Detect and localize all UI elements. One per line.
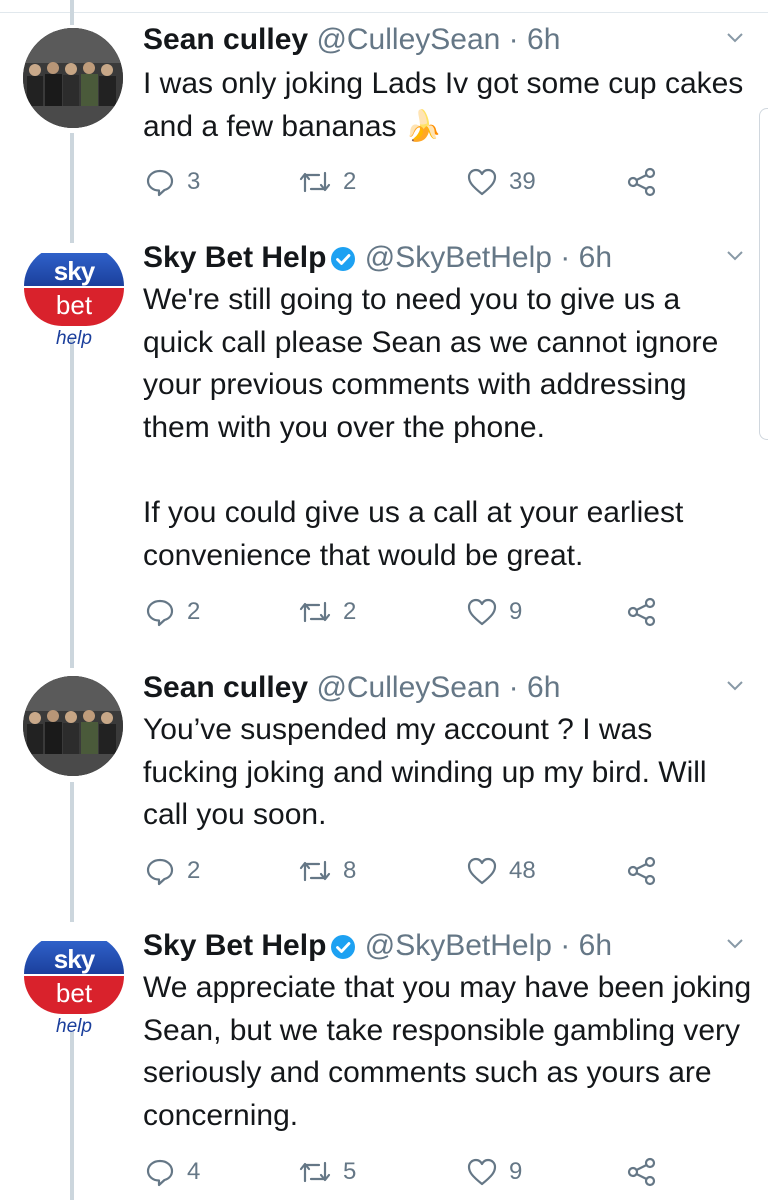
- retweet-button[interactable]: 2: [299, 592, 356, 632]
- verified-icon: [331, 935, 356, 959]
- retweet-count: 2: [343, 168, 357, 195]
- reply-icon: [146, 858, 174, 886]
- retweet-count: 8: [343, 857, 357, 884]
- author-handle[interactable]: @CulleySean: [316, 23, 500, 56]
- retweet-icon: [299, 171, 331, 193]
- logo-bet: bet: [24, 976, 124, 1014]
- tweet-text-paragraph: We're still going to need you to give us…: [143, 283, 719, 444]
- like-icon: [467, 857, 497, 885]
- share-icon: [627, 167, 656, 197]
- tweet-header: Sean culley @CulleySean · 6h: [143, 20, 560, 60]
- like-button[interactable]: 9: [467, 1152, 522, 1192]
- share-icon: [627, 1157, 656, 1187]
- author-handle[interactable]: @CulleySean: [316, 671, 500, 704]
- retweet-count: 2: [343, 598, 357, 625]
- reply-button[interactable]: 2: [145, 851, 200, 891]
- top-border: [0, 0, 768, 13]
- timestamp[interactable]: 6h: [527, 23, 560, 56]
- reply-count: 2: [187, 598, 201, 625]
- reply-button[interactable]: 4: [145, 1152, 200, 1192]
- author-name[interactable]: Sean culley: [143, 23, 308, 56]
- tweet-text: You’ve suspended my account ? I was fuck…: [143, 713, 707, 831]
- tweet-header: Sky Bet Help @SkyBetHelp · 6h: [143, 238, 612, 278]
- separator-dot: ·: [560, 929, 571, 962]
- chevron-down-icon[interactable]: [724, 932, 746, 954]
- separator-dot: ·: [508, 23, 519, 56]
- tweet[interactable]: Sean culley @CulleySean · 6h You’ve susp…: [0, 668, 768, 898]
- author-handle[interactable]: @SkyBetHelp: [365, 929, 552, 962]
- reply-icon: [146, 169, 174, 197]
- timestamp[interactable]: 6h: [527, 671, 560, 704]
- author-handle[interactable]: @SkyBetHelp: [365, 241, 552, 274]
- logo-bet: bet: [24, 288, 124, 326]
- avatar[interactable]: [23, 676, 123, 776]
- tweet-header: Sky Bet Help @SkyBetHelp · 6h: [143, 926, 612, 966]
- tweet-actions: 3 2 39: [143, 162, 683, 202]
- reply-count: 4: [187, 1158, 201, 1185]
- separator-dot: ·: [508, 671, 519, 704]
- verified-icon: [331, 247, 356, 271]
- share-button[interactable]: [627, 851, 669, 891]
- logo-sky: sky: [24, 934, 124, 974]
- reply-icon: [146, 1159, 174, 1187]
- like-button[interactable]: 39: [467, 162, 536, 202]
- reply-icon: [146, 599, 174, 627]
- share-icon: [627, 597, 656, 627]
- like-button[interactable]: 9: [467, 592, 522, 632]
- avatar[interactable]: sky bet help: [24, 934, 124, 1038]
- reply-button[interactable]: 2: [145, 592, 200, 632]
- logo-help: help: [56, 1016, 92, 1037]
- reply-count: 2: [187, 857, 201, 884]
- avatar[interactable]: sky bet help: [24, 246, 124, 350]
- retweet-button[interactable]: 2: [299, 162, 356, 202]
- tweet-header: Sean culley @CulleySean · 6h: [143, 668, 560, 708]
- like-count: 9: [509, 598, 523, 625]
- tweet-text: We appreciate that you may have been jok…: [143, 971, 752, 1132]
- retweet-button[interactable]: 5: [299, 1152, 356, 1192]
- tweet[interactable]: Sean culley @CulleySean · 6h I was only …: [0, 20, 768, 220]
- like-count: 48: [509, 857, 536, 884]
- author-name[interactable]: Sky Bet Help: [143, 929, 326, 962]
- chevron-down-icon[interactable]: [724, 26, 746, 48]
- tweet-text: I was only joking Lads Iv got some cup c…: [143, 67, 744, 143]
- retweet-count: 5: [343, 1158, 357, 1185]
- chevron-down-icon[interactable]: [724, 244, 746, 266]
- retweet-icon: [299, 1161, 331, 1183]
- tweet-actions: 2 2 9: [143, 592, 683, 632]
- like-icon: [467, 598, 497, 626]
- author-name[interactable]: Sky Bet Help: [143, 241, 326, 274]
- author-name[interactable]: Sean culley: [143, 671, 308, 704]
- retweet-icon: [299, 601, 331, 623]
- reply-button[interactable]: 3: [145, 162, 200, 202]
- tweet[interactable]: sky bet help Sky Bet Help @SkyBetHelp · …: [0, 926, 768, 1200]
- reply-count: 3: [187, 168, 201, 195]
- tweet-actions: 4 5 9: [143, 1152, 683, 1192]
- logo-help: help: [56, 328, 92, 349]
- separator-dot: ·: [560, 241, 571, 274]
- share-button[interactable]: [627, 162, 669, 202]
- tweet-actions: 2 8 48: [143, 851, 683, 891]
- tweet[interactable]: sky bet help Sky Bet Help @SkyBetHelp · …: [0, 238, 768, 658]
- timestamp[interactable]: 6h: [579, 241, 612, 274]
- retweet-icon: [299, 860, 331, 882]
- like-icon: [467, 168, 497, 196]
- share-button[interactable]: [627, 1152, 669, 1192]
- logo-sky: sky: [24, 246, 124, 286]
- share-icon: [627, 856, 656, 886]
- timestamp[interactable]: 6h: [579, 929, 612, 962]
- like-count: 39: [509, 168, 536, 195]
- avatar[interactable]: [23, 28, 123, 128]
- like-icon: [467, 1158, 497, 1186]
- retweet-button[interactable]: 8: [299, 851, 356, 891]
- like-count: 9: [509, 1158, 523, 1185]
- tweet-text-paragraph: If you could give us a call at your earl…: [143, 496, 684, 572]
- like-button[interactable]: 48: [467, 851, 536, 891]
- share-button[interactable]: [627, 592, 669, 632]
- chevron-down-icon[interactable]: [724, 674, 746, 696]
